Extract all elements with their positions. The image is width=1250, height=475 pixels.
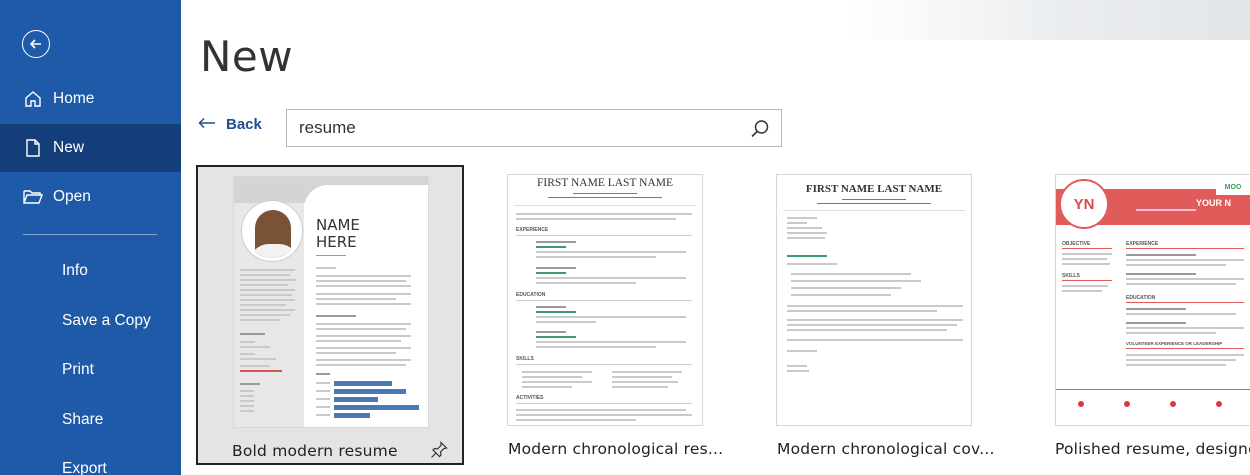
pin-icon[interactable] xyxy=(430,441,448,459)
arrow-left-icon xyxy=(198,116,216,133)
sidebar-item-open[interactable]: Open xyxy=(0,173,181,221)
thumb-name-line1: NAME xyxy=(316,216,360,234)
sidebar-item-label: New xyxy=(53,139,85,156)
template-search-box[interactable]: resume xyxy=(286,109,782,147)
sidebar-item-share[interactable]: Share xyxy=(62,411,103,429)
open-folder-icon xyxy=(23,187,43,207)
sidebar-divider xyxy=(23,234,157,235)
template-label: Modern chronological cov... xyxy=(777,440,995,458)
template-thumbnail: FIRST NAME LAST NAME EXPERIENCE EDUCATIO… xyxy=(508,175,702,425)
template-thumbnail: YN YOUR N MOO OBJECTIVE SKILLS EXPERIENC… xyxy=(1056,175,1250,425)
sidebar-item-home[interactable]: Home xyxy=(0,75,181,123)
sidebar-item-label: Home xyxy=(53,90,95,107)
thumb-section: EXPERIENCE xyxy=(516,227,549,233)
template-thumbnail: NAME HERE xyxy=(234,177,428,427)
sidebar-item-print[interactable]: Print xyxy=(62,361,94,379)
thumb-section: EDUCATION xyxy=(1126,295,1156,301)
page-title: New xyxy=(200,32,294,81)
backstage-sidebar: Home New Open Info Save a Copy Print Sha… xyxy=(0,0,181,475)
sidebar-item-label: Open xyxy=(53,188,91,205)
template-card-bold-modern-resume[interactable]: NAME HERE Bold modern resume xyxy=(196,165,464,465)
sidebar-item-new[interactable]: New xyxy=(0,124,181,172)
template-card-modern-chronological-resume[interactable]: FIRST NAME LAST NAME EXPERIENCE EDUCATIO… xyxy=(474,165,742,465)
sidebar-item-export[interactable]: Export xyxy=(62,460,107,475)
template-label: Modern chronological res... xyxy=(508,440,724,458)
thumb-heading: FIRST NAME LAST NAME xyxy=(805,183,943,195)
thumb-section: SKILLS xyxy=(1062,273,1080,279)
thumb-section: OBJECTIVE xyxy=(1062,241,1091,247)
home-icon xyxy=(23,89,43,109)
thumb-name-line2: HERE xyxy=(316,233,357,251)
template-label: Polished resume, designe... xyxy=(1055,440,1250,458)
background-decoration xyxy=(850,0,1250,40)
thumb-header-text: YOUR N xyxy=(1196,198,1232,208)
template-card-polished-resume[interactable]: YN YOUR N MOO OBJECTIVE SKILLS EXPERIENC… xyxy=(1024,165,1250,465)
template-card-modern-chronological-cover-letter[interactable]: FIRST NAME LAST NAME Modern chronologica… xyxy=(749,165,1017,465)
template-thumbnail: FIRST NAME LAST NAME xyxy=(777,175,971,425)
back-label: Back xyxy=(226,116,262,133)
thumb-section: VOLUNTEER EXPERIENCE OR LEADERSHIP xyxy=(1126,341,1223,346)
thumb-section: EXPERIENCE xyxy=(1126,241,1159,247)
back-button[interactable]: Back xyxy=(198,116,262,133)
thumb-section: ACTIVITIES xyxy=(516,395,544,401)
thumb-heading: FIRST NAME LAST NAME xyxy=(537,177,673,189)
thumb-section: SKILLS xyxy=(516,356,534,362)
search-input[interactable]: resume xyxy=(299,118,356,138)
badge-label: MOO xyxy=(1216,179,1250,195)
thumb-initials: YN xyxy=(1059,179,1109,229)
thumb-section: EDUCATION xyxy=(516,292,546,298)
back-arrow-icon[interactable] xyxy=(22,30,50,58)
sidebar-item-info[interactable]: Info xyxy=(62,262,88,280)
new-document-icon xyxy=(23,138,43,158)
profile-photo xyxy=(242,201,302,261)
template-label: Bold modern resume xyxy=(232,442,398,460)
search-icon[interactable] xyxy=(749,118,771,140)
sidebar-item-save-a-copy[interactable]: Save a Copy xyxy=(62,312,151,330)
